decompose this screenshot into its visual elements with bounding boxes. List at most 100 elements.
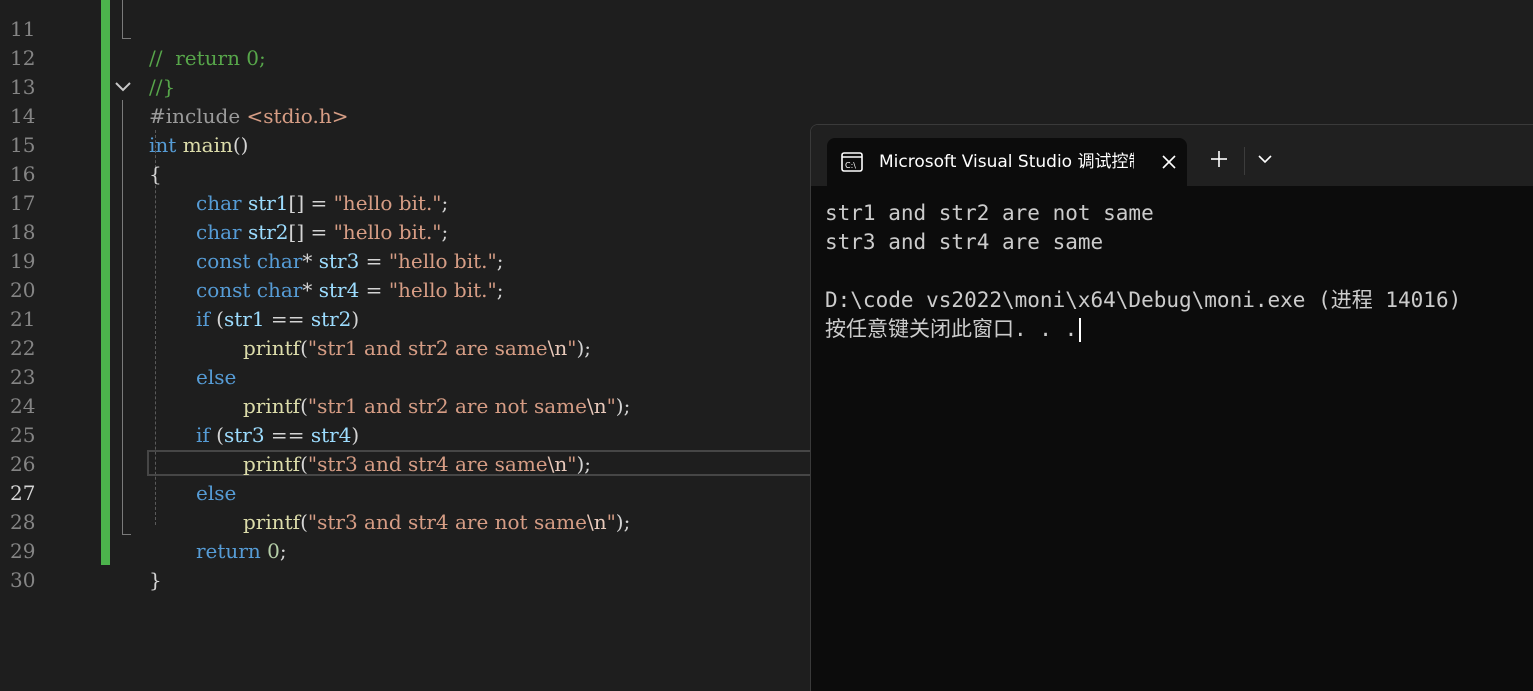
punctuation: ; bbox=[496, 278, 504, 302]
terminal-tab-title: Microsoft Visual Studio 调试控制台 bbox=[879, 152, 1134, 172]
code-line[interactable]: 19 const char* str4 = "hello bit."; bbox=[0, 218, 503, 302]
code-line[interactable]: 12 //} bbox=[0, 15, 175, 99]
variable: str4 bbox=[310, 423, 352, 447]
escape-sequence: \n bbox=[586, 510, 607, 534]
code-line[interactable]: 26 else bbox=[0, 421, 236, 505]
keyword: if bbox=[196, 423, 210, 447]
keyword: else bbox=[196, 365, 237, 389]
tab-separator bbox=[1244, 147, 1245, 175]
variable: str2 bbox=[310, 307, 352, 331]
preprocessor-directive: #include bbox=[149, 104, 241, 128]
number-literal: 0 bbox=[267, 539, 280, 563]
keyword: const bbox=[196, 278, 251, 302]
variable: str3 bbox=[223, 423, 265, 447]
code-line[interactable]: 24 if (str3 == str4) bbox=[0, 363, 359, 447]
punctuation: = bbox=[359, 249, 389, 273]
punctuation: = bbox=[359, 278, 389, 302]
string-literal: "str1 and str2 are same bbox=[307, 336, 548, 360]
code-line[interactable]: 27 printf("str3 and str4 are not same\n"… bbox=[0, 450, 630, 534]
code-line[interactable]: 20 if (str1 == str2) bbox=[0, 247, 359, 331]
variable: str1 bbox=[247, 191, 289, 215]
string-quote: " bbox=[606, 510, 616, 534]
fold-bracket bbox=[122, 0, 131, 39]
brace: { bbox=[149, 162, 162, 186]
output-line-prompt: 按任意键关闭此窗口. . . bbox=[825, 315, 1533, 344]
punctuation: ( bbox=[300, 336, 308, 360]
string-literal: "str3 and str4 are not same bbox=[307, 510, 587, 534]
variable: str2 bbox=[247, 220, 289, 244]
plus-icon[interactable] bbox=[1209, 149, 1229, 169]
punctuation: ( bbox=[300, 510, 308, 534]
punctuation: ( bbox=[209, 307, 224, 331]
code-line[interactable]: 14 int main() bbox=[0, 73, 248, 157]
code-line[interactable]: 25 printf("str3 and str4 are same\n"); bbox=[0, 392, 591, 476]
keyword: if bbox=[196, 307, 210, 331]
keyword: char bbox=[256, 249, 303, 273]
code-line[interactable]: 13 #include <stdio.h> bbox=[0, 44, 348, 128]
punctuation: [] = bbox=[288, 220, 334, 244]
punctuation: ); bbox=[615, 394, 631, 418]
punctuation: ; bbox=[496, 249, 504, 273]
function-call: printf bbox=[243, 394, 301, 418]
operator: == bbox=[264, 423, 311, 447]
code-line[interactable]: 29 } bbox=[0, 508, 162, 592]
code-line[interactable]: 28 return 0; bbox=[0, 479, 287, 563]
keyword: char bbox=[256, 278, 303, 302]
output-line: str1 and str2 are not same bbox=[825, 201, 1154, 225]
punctuation: ); bbox=[615, 510, 631, 534]
punctuation: ( bbox=[300, 394, 308, 418]
output-line: str3 and str4 are same bbox=[825, 230, 1104, 254]
keyword: char bbox=[196, 191, 242, 215]
chevron-down-icon[interactable] bbox=[112, 76, 134, 98]
code-line[interactable]: 18 const char* str3 = "hello bit."; bbox=[0, 189, 503, 273]
text-cursor bbox=[1079, 318, 1082, 342]
function-call: printf bbox=[243, 336, 301, 360]
keyword: const bbox=[196, 249, 251, 273]
punctuation: ( bbox=[300, 452, 308, 476]
punctuation: ); bbox=[576, 336, 591, 360]
string-literal: "str1 and str2 are not same bbox=[307, 394, 587, 418]
punctuation: ; bbox=[441, 220, 449, 244]
terminal-tab-bar: C:\ Microsoft Visual Studio 调试控制台 bbox=[811, 125, 1533, 186]
escape-sequence: \n bbox=[586, 394, 607, 418]
punctuation: ); bbox=[576, 452, 591, 476]
fold-bracket bbox=[122, 100, 131, 535]
code-line[interactable]: 21 printf("str1 and str2 are same\n"); bbox=[0, 276, 591, 360]
operator: == bbox=[264, 307, 311, 331]
code-line[interactable]: 15 { bbox=[0, 102, 162, 186]
code-line[interactable]: 22 else bbox=[0, 305, 236, 389]
chevron-down-icon[interactable] bbox=[1255, 149, 1275, 169]
comment: // return 0; bbox=[149, 46, 266, 70]
punctuation: ) bbox=[351, 423, 360, 447]
terminal-output[interactable]: str1 and str2 are not same str3 and str4… bbox=[825, 199, 1533, 344]
function-call: printf bbox=[243, 510, 301, 534]
code-line[interactable]: 11 // return 0; bbox=[0, 0, 266, 70]
console-icon: C:\ bbox=[841, 152, 863, 172]
punctuation: ; bbox=[279, 539, 287, 563]
string-literal: "str3 and str4 are same bbox=[307, 452, 548, 476]
variable: str3 bbox=[318, 249, 360, 273]
code-line[interactable]: 23 printf("str1 and str2 are not same\n"… bbox=[0, 334, 630, 418]
brace: } bbox=[149, 568, 162, 592]
include-header: <stdio.h> bbox=[246, 104, 349, 128]
code-line[interactable]: 16 char str1[] = "hello bit."; bbox=[0, 131, 448, 215]
keyword: else bbox=[196, 481, 237, 505]
change-indicator-bar bbox=[101, 0, 110, 565]
string-literal: "hello bit." bbox=[333, 220, 442, 244]
code-line[interactable]: 30 bbox=[0, 537, 35, 592]
string-literal: "hello bit." bbox=[333, 191, 442, 215]
debug-console-window[interactable]: C:\ Microsoft Visual Studio 调试控制台 str1 a… bbox=[810, 124, 1533, 691]
output-line: 按任意键关闭此窗口. . . bbox=[825, 317, 1078, 341]
punctuation: * bbox=[302, 249, 319, 273]
svg-text:C:\: C:\ bbox=[845, 161, 856, 170]
punctuation: ) bbox=[351, 307, 360, 331]
close-icon[interactable] bbox=[1159, 152, 1179, 172]
string-literal: "hello bit." bbox=[388, 249, 497, 273]
function-call: printf bbox=[243, 452, 301, 476]
code-line[interactable]: 17 char str2[] = "hello bit."; bbox=[0, 160, 448, 244]
terminal-tab[interactable]: C:\ Microsoft Visual Studio 调试控制台 bbox=[827, 138, 1187, 186]
punctuation: () bbox=[232, 133, 249, 157]
keyword: char bbox=[196, 220, 242, 244]
variable: str4 bbox=[318, 278, 360, 302]
